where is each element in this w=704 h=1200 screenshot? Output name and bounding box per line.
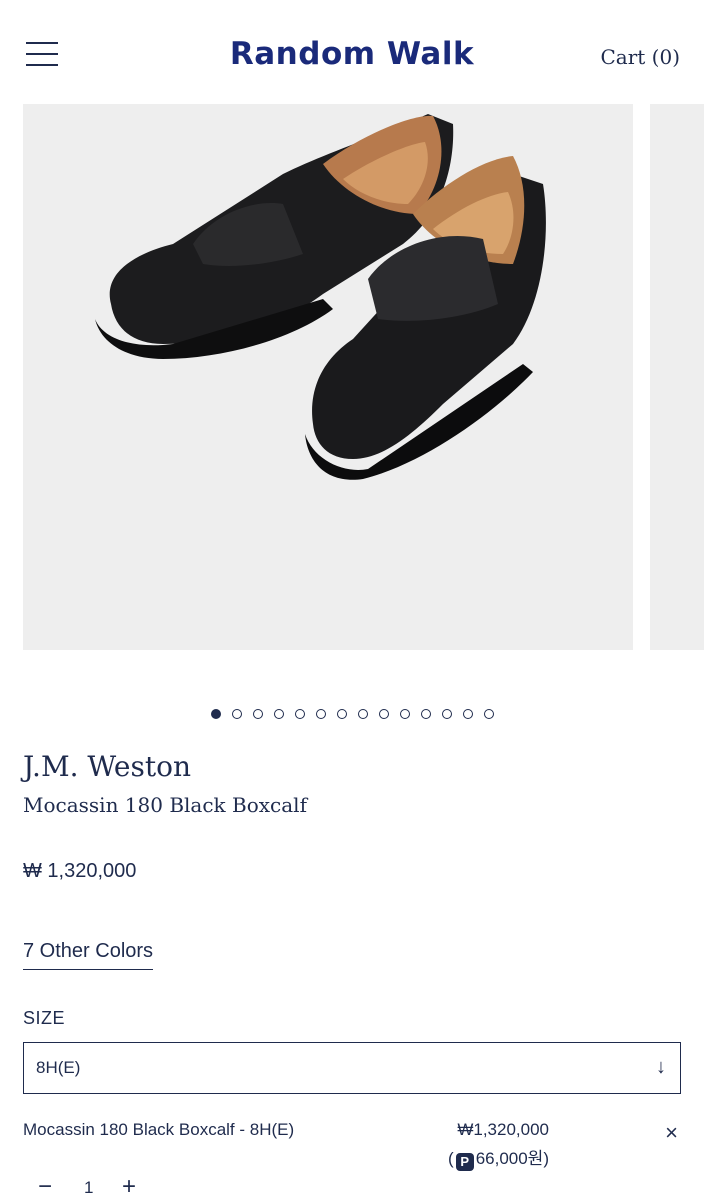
pagination-dot[interactable] <box>357 709 368 719</box>
product-price: ₩ 1,320,000 <box>23 860 137 882</box>
selected-option-price: ₩1,320,000 <box>457 1120 549 1139</box>
pagination-dot[interactable] <box>273 709 284 719</box>
pagination-dot[interactable] <box>462 709 473 719</box>
pagination-dot[interactable] <box>231 709 242 719</box>
loafer-shoes-image <box>95 114 546 480</box>
points-value: 66,000원) <box>475 1149 549 1168</box>
close-icon[interactable]: × <box>665 1120 678 1146</box>
pagination-dot[interactable] <box>336 709 347 719</box>
product-name: Mocassin 180 Black Boxcalf <box>23 793 307 817</box>
pagination-dot[interactable] <box>210 709 221 719</box>
pagination-dot[interactable] <box>420 709 431 719</box>
points-prefix: ( <box>448 1149 454 1168</box>
site-logo[interactable]: Random Walk <box>0 36 704 72</box>
size-selected-value: 8H(E) <box>36 1058 81 1077</box>
pagination-dot[interactable] <box>483 709 494 719</box>
other-colors-link[interactable]: 7 Other Colors <box>23 940 154 970</box>
next-product-image[interactable] <box>650 104 704 650</box>
pagination-dot[interactable] <box>252 709 263 719</box>
pagination-dot[interactable] <box>441 709 452 719</box>
product-brand[interactable]: J.M. Weston <box>23 750 191 783</box>
site-header: Random Walk Cart (0) <box>0 0 704 104</box>
product-image-gallery[interactable] <box>0 104 704 650</box>
gallery-pagination <box>0 709 704 719</box>
pagination-dot[interactable] <box>399 709 410 719</box>
pagination-dot[interactable] <box>315 709 326 719</box>
product-image[interactable] <box>23 104 633 650</box>
size-select[interactable]: 8H(E) ↓ <box>23 1042 681 1094</box>
pagination-dot[interactable] <box>294 709 305 719</box>
points-icon: P <box>455 1153 474 1171</box>
quantity-value[interactable]: 1 <box>84 1178 93 1198</box>
quantity-decrease-button[interactable]: − <box>38 1173 52 1200</box>
selected-option-name: Mocassin 180 Black Boxcalf - 8H(E) <box>23 1120 295 1139</box>
pagination-dot[interactable] <box>378 709 389 719</box>
reward-points: (P 66,000원) <box>448 1144 549 1171</box>
cart-link[interactable]: Cart (0) <box>600 45 680 69</box>
size-label: SIZE <box>23 1008 66 1028</box>
arrow-down-icon: ↓ <box>656 1056 666 1078</box>
quantity-increase-button[interactable]: + <box>122 1173 136 1200</box>
